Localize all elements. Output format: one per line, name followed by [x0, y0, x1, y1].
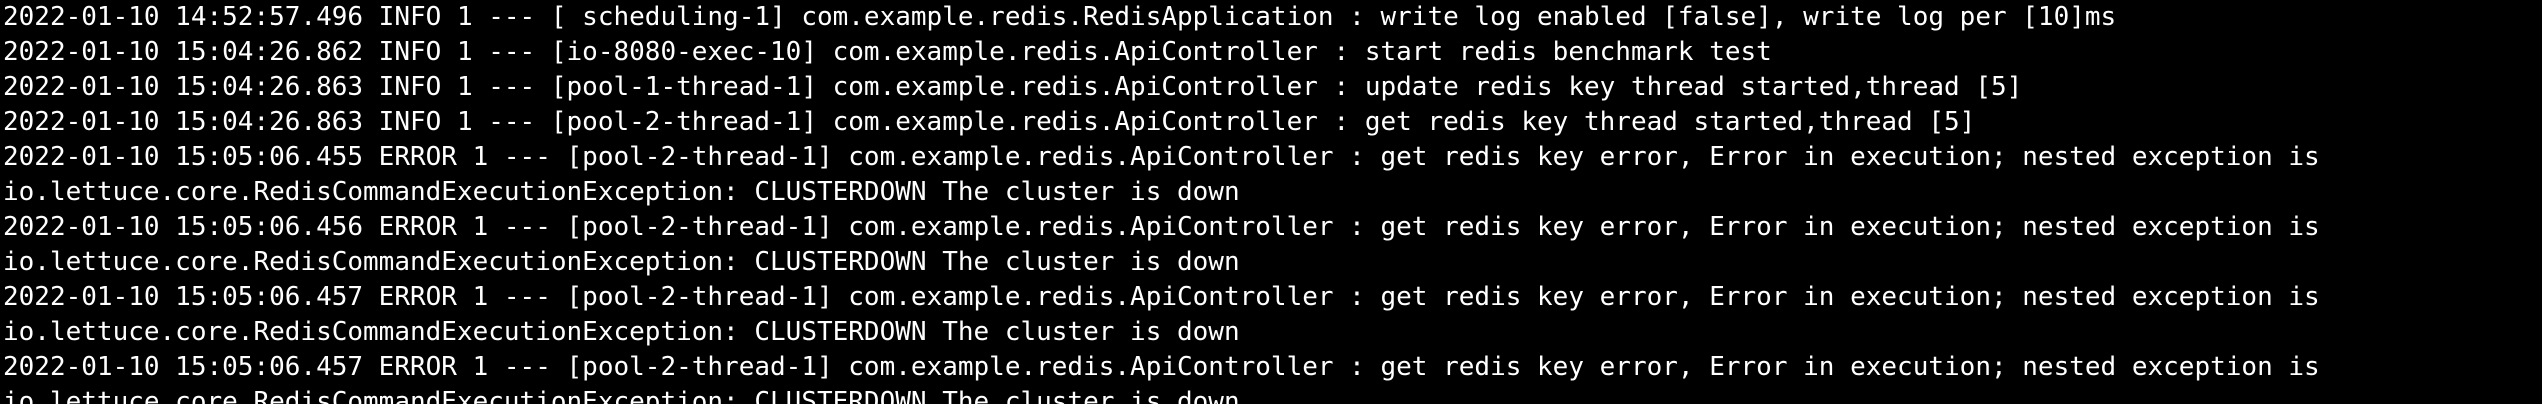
log-line: 2022-01-10 15:04:26.863 INFO 1 --- [pool… — [3, 72, 2023, 102]
log-line-continuation: io.lettuce.core.RedisCommandExecutionExc… — [3, 247, 1240, 277]
log-line: 2022-01-10 15:05:06.455 ERROR 1 --- [poo… — [3, 142, 2320, 172]
log-line: 2022-01-10 15:05:06.457 ERROR 1 --- [poo… — [3, 352, 2320, 382]
log-line: 2022-01-10 15:04:26.863 INFO 1 --- [pool… — [3, 107, 1976, 137]
log-line: 2022-01-10 15:05:06.456 ERROR 1 --- [poo… — [3, 212, 2320, 242]
log-line: 2022-01-10 15:05:06.457 ERROR 1 --- [poo… — [3, 282, 2320, 312]
log-line: 2022-01-10 14:52:57.496 INFO 1 --- [ sch… — [3, 2, 2117, 32]
log-output: 2022-01-10 14:52:57.496 INFO 1 --- [ sch… — [3, 0, 2542, 404]
log-line-continuation: io.lettuce.core.RedisCommandExecutionExc… — [3, 317, 1240, 347]
log-line: 2022-01-10 15:04:26.862 INFO 1 --- [io-8… — [3, 37, 1772, 67]
log-line-continuation: io.lettuce.core.RedisCommandExecutionExc… — [3, 387, 1240, 404]
log-line-continuation: io.lettuce.core.RedisCommandExecutionExc… — [3, 177, 1240, 207]
terminal-window[interactable]: 2022-01-10 14:52:57.496 INFO 1 --- [ sch… — [0, 0, 2542, 404]
